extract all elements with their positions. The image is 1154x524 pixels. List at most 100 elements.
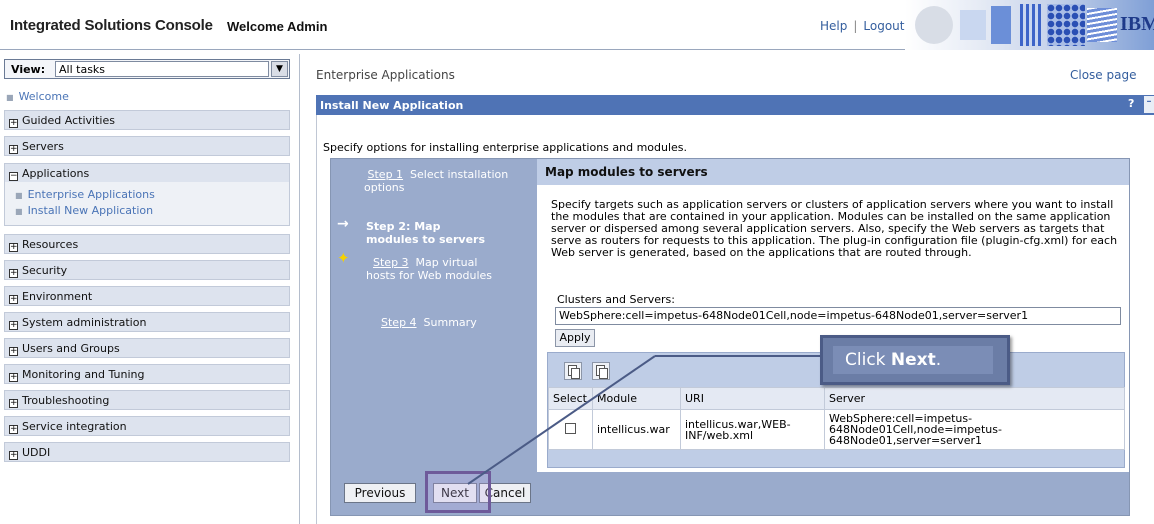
category-label: Service integration [22, 420, 127, 433]
category-label: UDDI [22, 446, 51, 459]
wizard-step-1: Step 1 Select installation options [364, 168, 524, 194]
wizard-step-4: Step 4 Summary [381, 316, 521, 329]
bullet-icon: ■ [15, 207, 23, 216]
nav-category-servers[interactable]: + Servers [4, 136, 290, 156]
expand-icon: + [9, 398, 18, 408]
page-shape [599, 368, 608, 379]
instruction-callout: Click Next. [820, 335, 1010, 385]
step-1-link[interactable]: Step 1 [368, 168, 404, 181]
expand-icon: + [9, 372, 18, 382]
nav-item-enterprise-applications[interactable]: ■ Enterprise Applications [15, 188, 155, 201]
help-link[interactable]: Help [820, 19, 847, 33]
banner-graphic: IBM [905, 0, 1154, 50]
app-title: Integrated Solutions Console [10, 17, 213, 34]
previous-button[interactable]: Previous [344, 483, 416, 503]
clusters-servers-list[interactable]: WebSphere:cell=impetus-648Node01Cell,nod… [555, 307, 1121, 325]
banner-links: Help | Logout [820, 19, 905, 33]
expand-icon: + [9, 242, 18, 252]
logout-link[interactable]: Logout [863, 19, 904, 33]
install-wizard: Step 1 Select installation options → Ste… [330, 158, 1130, 516]
minimize-icon[interactable]: – [1144, 96, 1154, 113]
expand-icon: + [9, 450, 18, 460]
expand-icon: + [9, 294, 18, 304]
banner-square-shape [960, 10, 986, 40]
banner-wave-shape [1087, 8, 1117, 42]
page-shape [571, 368, 580, 379]
view-label: View: [11, 63, 46, 76]
nav-item-install-new-application[interactable]: ■ Install New Application [15, 204, 153, 217]
category-label: Users and Groups [22, 342, 120, 355]
nav-category-monitoring-and-tuning[interactable]: + Monitoring and Tuning [4, 364, 290, 384]
category-label: Resources [22, 238, 79, 251]
view-select[interactable]: All tasks [55, 61, 269, 77]
step-4-link[interactable]: Step 4 [381, 316, 417, 329]
nav-category-resources[interactable]: + Resources [4, 234, 290, 254]
view-selector[interactable]: View: All tasks ▼ [4, 59, 290, 79]
nav-category-guided-activities[interactable]: + Guided Activities [4, 110, 290, 130]
portlet-title: Install New Application [320, 99, 464, 112]
nav-category-uddi[interactable]: + UDDI [4, 442, 290, 462]
server-cell: WebSphere:cell=impetus-648Node01Cell,nod… [824, 409, 1125, 450]
nav-category-service-integration[interactable]: + Service integration [4, 416, 290, 436]
intro-text: Specify options for installing enterpris… [323, 141, 688, 154]
category-label: Security [22, 264, 68, 277]
ibm-logo: IBM [1120, 11, 1154, 37]
link-separator: | [853, 19, 858, 33]
column-header: Module [592, 387, 681, 410]
nav-category-applications[interactable]: − Applications [4, 163, 290, 183]
nav-category-environment[interactable]: + Environment [4, 286, 290, 306]
category-label: Monitoring and Tuning [22, 368, 145, 381]
nav-category-system-administration[interactable]: + System administration [4, 312, 290, 332]
bullet-icon: ■ [15, 191, 23, 200]
row-checkbox[interactable] [565, 423, 576, 434]
category-label: System administration [22, 316, 147, 329]
next-button-highlight [425, 471, 491, 513]
current-step-arrow-icon: → [337, 216, 349, 232]
column-header: Server [824, 387, 1125, 410]
select-all-icon[interactable] [564, 362, 582, 380]
uri-cell: intellicus.war,WEB-INF/web.xml [680, 409, 825, 450]
applications-submenu: ■ Enterprise Applications ■ Install New Ap… [4, 182, 290, 226]
nav-category-security[interactable]: + Security [4, 260, 290, 280]
category-label: Servers [22, 140, 64, 153]
collapse-icon: − [9, 171, 18, 181]
wizard-step-3: Step 3 Map virtual hosts for Web modules [366, 256, 506, 282]
expand-icon: + [9, 424, 18, 434]
expand-icon: + [9, 346, 18, 356]
help-icon[interactable]: ? [1128, 97, 1142, 113]
expand-icon: + [9, 268, 18, 278]
select-cell [548, 409, 593, 450]
star-icon: ✦ [337, 249, 350, 267]
nav-category-users-and-groups[interactable]: + Users and Groups [4, 338, 290, 358]
navigation-panel: View: All tasks ▼ ■ Welcome + Guided Activ… [0, 54, 300, 524]
nav-welcome-label: Welcome [18, 90, 69, 103]
step-4-text: Summary [423, 316, 477, 329]
section-description: Specify targets such as application serv… [551, 198, 1118, 259]
banner-dots-shape [1047, 4, 1085, 46]
section-title: Map modules to servers [537, 159, 1129, 185]
callout-text: Click Next. [833, 346, 993, 374]
callout-bold: Next [890, 350, 936, 370]
page-title: Enterprise Applications [316, 68, 455, 82]
banner-stripes-shape [1020, 4, 1042, 46]
deselect-all-icon[interactable] [592, 362, 610, 380]
portlet-title-bar: Install New Application ? – [316, 95, 1154, 115]
category-label: Environment [22, 290, 93, 303]
wizard-content: Map modules to servers Specify targets s… [537, 159, 1129, 472]
clusters-servers-label: Clusters and Servers: [557, 293, 675, 306]
nav-item-welcome[interactable]: ■ Welcome [6, 90, 69, 103]
chevron-down-icon[interactable]: ▼ [271, 61, 288, 77]
table-row: intellicus.war intellicus.war,WEB-INF/we… [548, 409, 1125, 450]
nav-category-troubleshooting[interactable]: + Troubleshooting [4, 390, 290, 410]
wizard-steps: Step 1 Select installation options → Ste… [331, 159, 537, 472]
apply-button[interactable]: Apply [555, 329, 595, 347]
category-label: Troubleshooting [22, 394, 110, 407]
expand-icon: + [9, 144, 18, 154]
category-label: Applications [22, 167, 90, 180]
close-page-link[interactable]: Close page [1070, 68, 1136, 82]
expand-icon: + [9, 320, 18, 330]
nav-sub-label: Enterprise Applications [27, 188, 155, 201]
step-3-link[interactable]: Step 3 [373, 256, 409, 269]
column-header: URI [680, 387, 825, 410]
module-table: Select Module URI Server intellicus.war … [548, 387, 1125, 450]
